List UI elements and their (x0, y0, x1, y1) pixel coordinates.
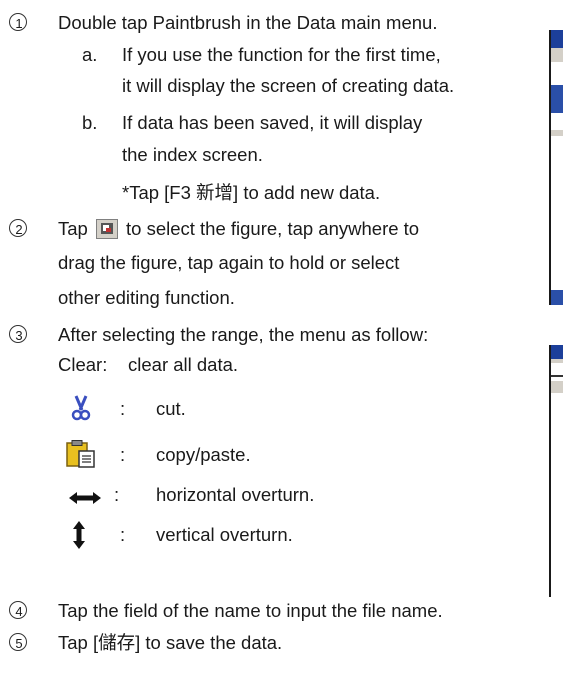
step-1a-line2: it will display the screen of creating d… (122, 75, 455, 96)
vertical-separator: : (120, 524, 126, 545)
clipboard-icon (66, 440, 96, 468)
clear-description: clear all data. (128, 354, 239, 375)
scissors-icon (70, 395, 92, 421)
step-1b-note: *Tap [F3 新增] to add new data. (122, 182, 381, 203)
step-1b-marker: b. (82, 112, 98, 133)
step-5-text: Tap [儲存] to save the data. (58, 632, 283, 653)
step-2-text: to select the figure, tap anywhere to (126, 218, 420, 239)
copy-paste-separator: : (120, 444, 126, 465)
horizontal-description: horizontal overturn. (156, 484, 315, 505)
step-1-text: Double tap Paintbrush in the Data main m… (58, 12, 438, 33)
horizontal-arrow-icon (68, 488, 102, 504)
step-1b-line2: the index screen. (122, 144, 263, 165)
vertical-description: vertical overturn. (156, 524, 293, 545)
copy-paste-description: copy/paste. (156, 444, 251, 465)
step-4-text: Tap the field of the name to input the f… (58, 600, 443, 621)
step-number-5: 5 (8, 632, 30, 654)
step-number-4: 4 (8, 600, 30, 622)
cut-description: cut. (156, 398, 186, 419)
step-1b-line1: If data has been saved, it will display (122, 112, 423, 133)
step-1a-line1: If you use the function for the first ti… (122, 44, 441, 65)
step-3-text: After selecting the range, the menu as f… (58, 324, 429, 345)
step-number-1: 1 (8, 12, 30, 34)
step-2-tap-label: Tap (58, 218, 88, 239)
vertical-arrow-icon (72, 520, 86, 550)
step-2-line2: drag the figure, tap again to hold or se… (58, 252, 400, 273)
cut-separator: : (120, 398, 126, 419)
device-screenshot-1 (549, 30, 563, 305)
select-tool-icon (96, 219, 118, 239)
device-screenshot-2 (549, 345, 563, 597)
horizontal-separator: : (114, 484, 120, 505)
step-number-3: 3 (8, 324, 30, 346)
clear-label: Clear: (58, 354, 108, 375)
step-1a-marker: a. (82, 44, 98, 65)
step-number-2: 2 (8, 218, 30, 240)
step-2-line3: other editing function. (58, 287, 235, 308)
